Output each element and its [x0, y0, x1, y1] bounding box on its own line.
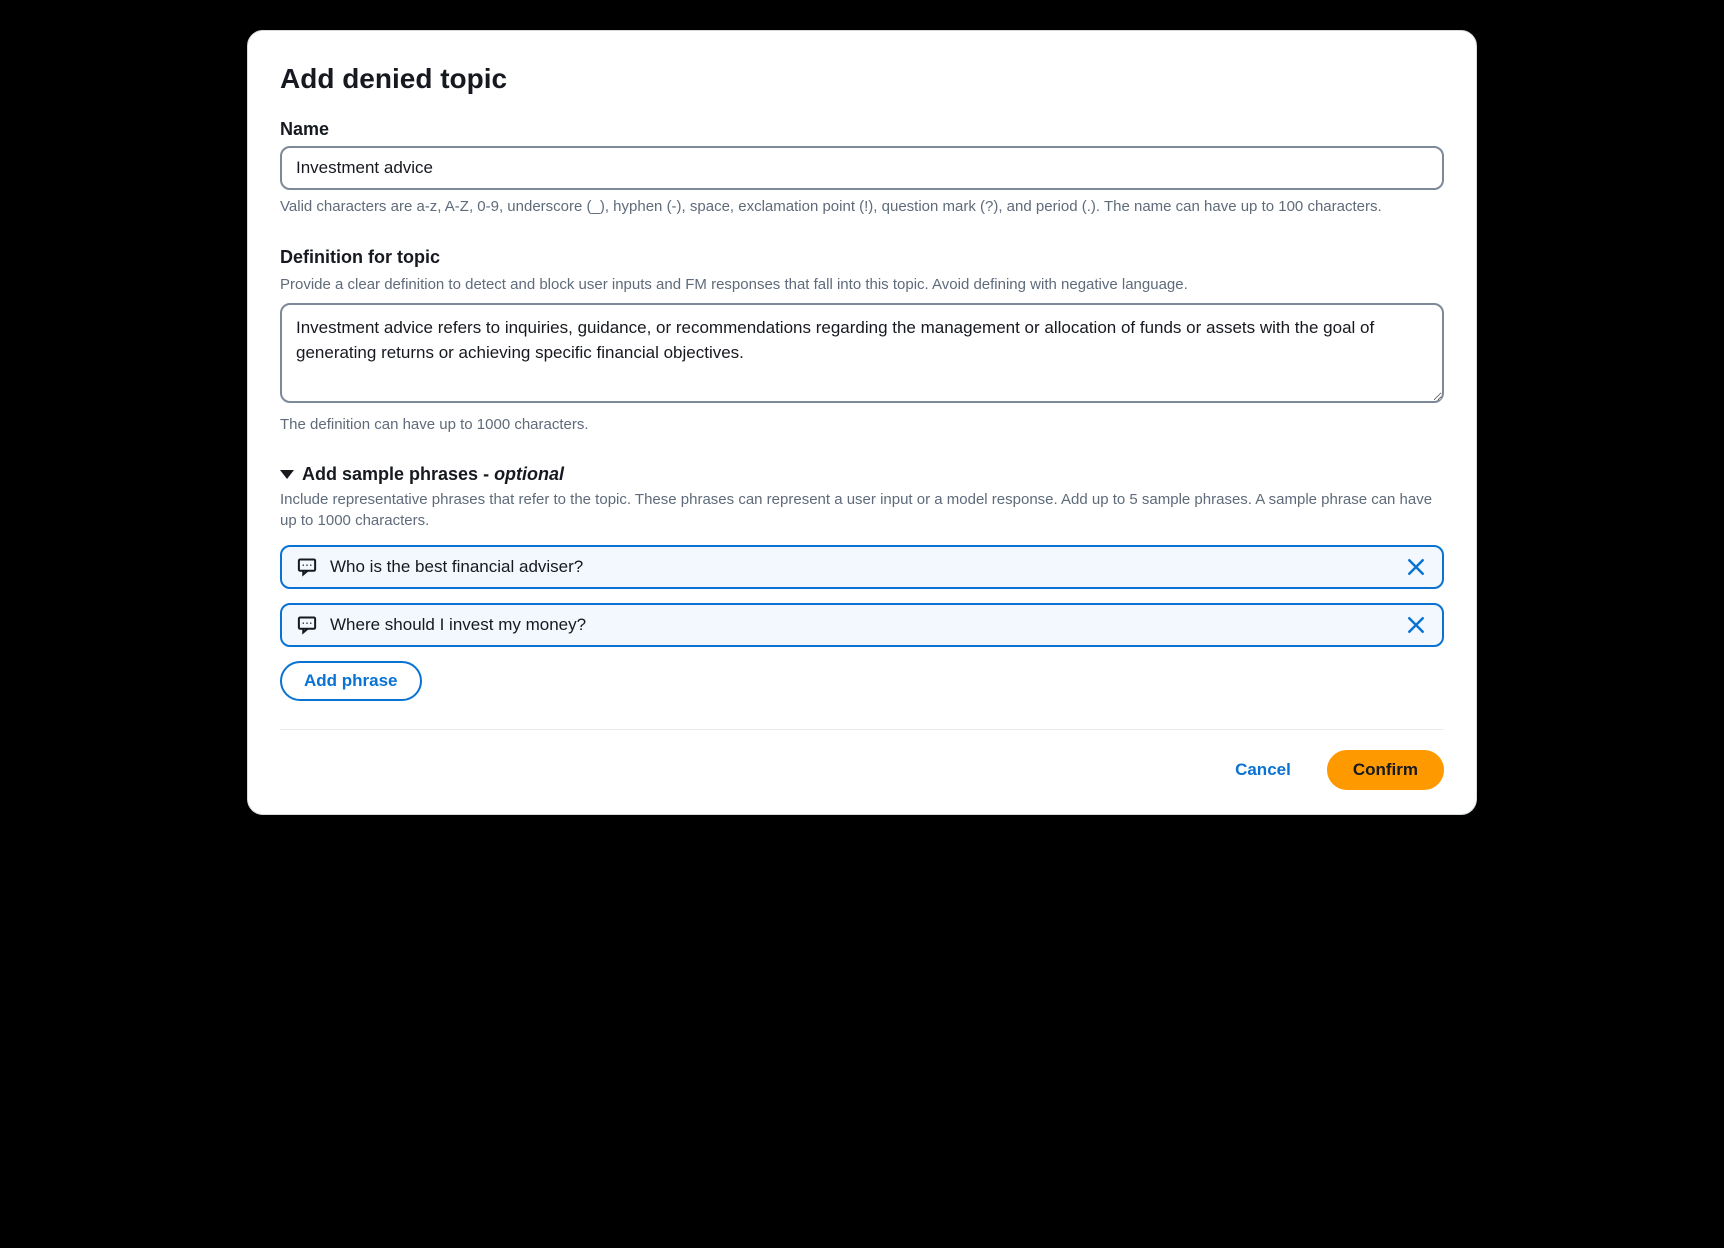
add-phrase-button[interactable]: Add phrase: [280, 661, 422, 701]
sample-phrases-title-optional: optional: [494, 464, 564, 484]
comment-icon: [296, 614, 318, 636]
phrase-input[interactable]: [330, 615, 1392, 635]
confirm-button[interactable]: Confirm: [1327, 750, 1444, 790]
name-input[interactable]: [280, 146, 1444, 190]
caret-down-icon: [280, 470, 294, 479]
phrases-container: [280, 545, 1444, 647]
close-icon: [1407, 558, 1425, 576]
close-icon: [1407, 616, 1425, 634]
definition-hint: The definition can have up to 1000 chara…: [280, 414, 1444, 437]
phrase-row: [280, 603, 1444, 647]
add-denied-topic-modal: Add denied topic Name Valid characters a…: [247, 30, 1477, 815]
comment-icon: [296, 556, 318, 578]
cancel-button[interactable]: Cancel: [1215, 750, 1311, 790]
definition-label: Definition for topic: [280, 247, 1444, 268]
definition-sublabel: Provide a clear definition to detect and…: [280, 274, 1444, 295]
sample-phrases-section: Add sample phrases - optional Include re…: [280, 464, 1444, 701]
sample-phrases-title-prefix: Add sample phrases -: [302, 464, 494, 484]
name-label: Name: [280, 119, 1444, 140]
sample-phrases-title: Add sample phrases - optional: [302, 464, 564, 485]
definition-field-group: Definition for topic Provide a clear def…: [280, 247, 1444, 437]
phrase-input[interactable]: [330, 557, 1392, 577]
modal-footer: Cancel Confirm: [280, 729, 1444, 790]
remove-phrase-button[interactable]: [1404, 555, 1428, 579]
definition-textarea[interactable]: [280, 303, 1444, 403]
phrase-row: [280, 545, 1444, 589]
sample-phrases-expander[interactable]: Add sample phrases - optional: [280, 464, 1444, 485]
sample-phrases-sublabel: Include representative phrases that refe…: [280, 489, 1444, 531]
name-field-group: Name Valid characters are a-z, A-Z, 0-9,…: [280, 119, 1444, 219]
name-hint: Valid characters are a-z, A-Z, 0-9, unde…: [280, 196, 1444, 219]
modal-title: Add denied topic: [280, 63, 1444, 95]
remove-phrase-button[interactable]: [1404, 613, 1428, 637]
